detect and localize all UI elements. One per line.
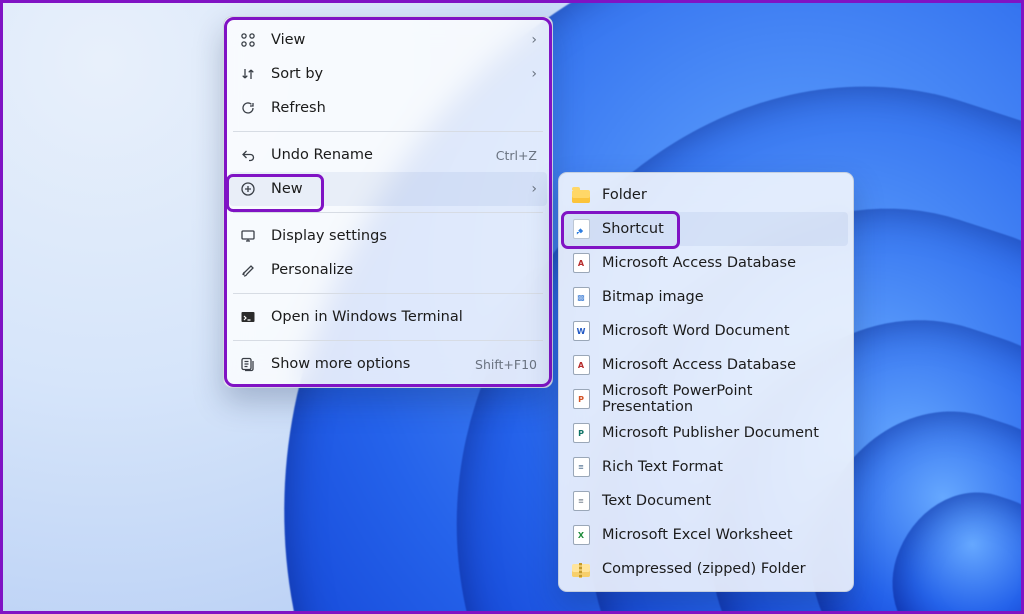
menu-item-label: Microsoft Access Database [602, 255, 838, 271]
submenu-item-zip-folder[interactable]: Compressed (zipped) Folder [564, 552, 848, 586]
submenu-item-access-database-2[interactable]: A Microsoft Access Database [564, 348, 848, 382]
menu-item-personalize[interactable]: Personalize [229, 253, 547, 287]
chevron-right-icon: › [531, 66, 537, 82]
submenu-item-publisher[interactable]: P Microsoft Publisher Document [564, 416, 848, 450]
menu-item-label: Bitmap image [602, 289, 838, 305]
menu-item-label: Rich Text Format [602, 459, 838, 475]
menu-item-label: Display settings [271, 228, 537, 244]
excel-file-icon: X [572, 526, 590, 544]
menu-item-open-terminal[interactable]: Open in Windows Terminal [229, 300, 547, 334]
menu-item-label: Text Document [602, 493, 838, 509]
terminal-icon [239, 308, 257, 326]
menu-item-label: Microsoft Word Document [602, 323, 838, 339]
menu-item-show-more-options[interactable]: Show more options Shift+F10 [229, 347, 547, 381]
menu-separator [233, 293, 543, 294]
menu-item-accelerator: Shift+F10 [475, 357, 537, 372]
menu-item-label: Shortcut [602, 221, 838, 237]
menu-item-view[interactable]: View › [229, 23, 547, 57]
menu-separator [233, 131, 543, 132]
menu-item-refresh[interactable]: Refresh [229, 91, 547, 125]
submenu-item-shortcut[interactable]: Shortcut [564, 212, 848, 246]
sort-icon [239, 65, 257, 83]
menu-item-label: Undo Rename [271, 147, 482, 163]
view-icon [239, 31, 257, 49]
submenu-item-access-database[interactable]: A Microsoft Access Database [564, 246, 848, 280]
menu-item-label: Microsoft PowerPoint Presentation [602, 383, 838, 415]
menu-item-undo-rename[interactable]: Undo Rename Ctrl+Z [229, 138, 547, 172]
undo-icon [239, 146, 257, 164]
new-submenu: Folder Shortcut A Microsoft Access Datab… [558, 172, 854, 592]
menu-item-label: Personalize [271, 262, 537, 278]
menu-separator [233, 212, 543, 213]
folder-icon [572, 186, 590, 204]
submenu-item-excel[interactable]: X Microsoft Excel Worksheet [564, 518, 848, 552]
submenu-item-word-document[interactable]: W Microsoft Word Document [564, 314, 848, 348]
submenu-item-bitmap-image[interactable]: ▩ Bitmap image [564, 280, 848, 314]
desktop-context-menu: View › Sort by › Refresh Undo Rename Ctr… [223, 16, 553, 388]
submenu-item-powerpoint[interactable]: P Microsoft PowerPoint Presentation [564, 382, 848, 416]
menu-item-label: View [271, 32, 517, 48]
menu-item-label: New [271, 181, 517, 197]
more-options-icon [239, 355, 257, 373]
refresh-icon [239, 99, 257, 117]
personalize-icon [239, 261, 257, 279]
shortcut-icon [572, 220, 590, 238]
menu-item-label: Show more options [271, 356, 461, 372]
new-icon [239, 180, 257, 198]
menu-item-label: Open in Windows Terminal [271, 309, 537, 325]
menu-item-label: Microsoft Excel Worksheet [602, 527, 838, 543]
rtf-file-icon: ≡ [572, 458, 590, 476]
text-file-icon: ≡ [572, 492, 590, 510]
display-settings-icon [239, 227, 257, 245]
menu-item-label: Sort by [271, 66, 517, 82]
submenu-item-text-document[interactable]: ≡ Text Document [564, 484, 848, 518]
menu-item-sort-by[interactable]: Sort by › [229, 57, 547, 91]
access-file-icon: A [572, 356, 590, 374]
publisher-file-icon: P [572, 424, 590, 442]
access-file-icon: A [572, 254, 590, 272]
menu-item-new[interactable]: New › [229, 172, 547, 206]
powerpoint-file-icon: P [572, 390, 590, 408]
chevron-right-icon: › [531, 181, 537, 197]
menu-item-label: Microsoft Access Database [602, 357, 838, 373]
menu-item-label: Compressed (zipped) Folder [602, 561, 838, 577]
bitmap-file-icon: ▩ [572, 288, 590, 306]
chevron-right-icon: › [531, 32, 537, 48]
menu-item-label: Folder [602, 187, 838, 203]
menu-item-label: Microsoft Publisher Document [602, 425, 838, 441]
menu-item-accelerator: Ctrl+Z [496, 148, 537, 163]
menu-item-display-settings[interactable]: Display settings [229, 219, 547, 253]
menu-separator [233, 340, 543, 341]
menu-item-label: Refresh [271, 100, 537, 116]
word-file-icon: W [572, 322, 590, 340]
zip-folder-icon [572, 560, 590, 578]
submenu-item-folder[interactable]: Folder [564, 178, 848, 212]
submenu-item-rtf[interactable]: ≡ Rich Text Format [564, 450, 848, 484]
